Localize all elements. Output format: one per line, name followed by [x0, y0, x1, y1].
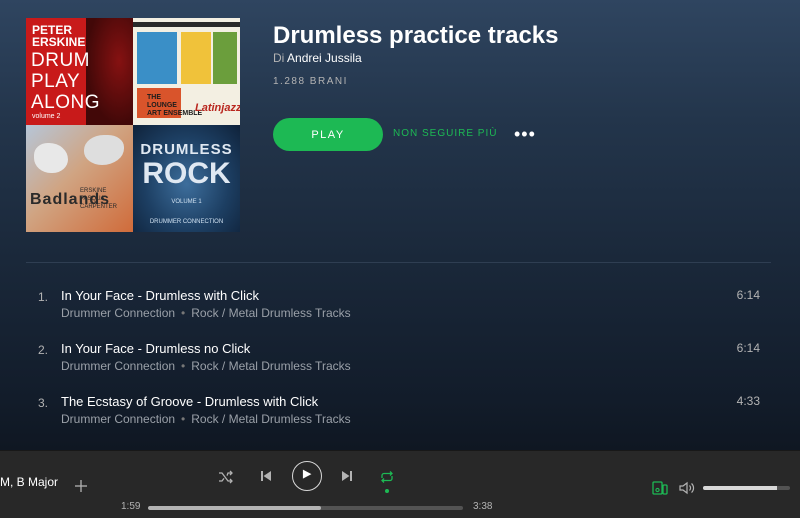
cover-tile-badlands: Badlands ERSKINE PASQUA CARPENTER	[26, 125, 133, 232]
track-name[interactable]: The Ecstasy of Groove - Drumless with Cl…	[61, 394, 318, 409]
play-icon	[302, 469, 312, 479]
meta-separator: •	[181, 306, 186, 320]
shuffle-icon[interactable]	[218, 469, 234, 485]
repeat-active-indicator	[385, 489, 389, 493]
cover-panel	[213, 32, 237, 84]
playlist-view: PETER ERSKINE DRUM PLAY ALONG volume 2 T…	[0, 0, 800, 450]
repeat-icon[interactable]	[379, 469, 395, 485]
unfollow-button[interactable]: NON SEGUIRE PIÙ	[393, 128, 497, 139]
volume-fill	[703, 486, 777, 490]
cover-tile-lounge-ensemble: THE LOUNGE ART ENSEMBLE Latinjazz	[133, 18, 240, 125]
cover-tile-drumless-rock: DRUMLESS ROCK VOLUME 1 DRUMMER CONNECTIO…	[133, 125, 240, 232]
track-number: 2.	[37, 343, 48, 357]
track-row[interactable]: 2. In Your Face - Drumless no Click Drum…	[0, 333, 800, 377]
cover-shape	[84, 135, 124, 165]
track-meta: Drummer Connection • Rock / Metal Drumless…	[61, 412, 351, 426]
track-duration: 6:14	[736, 341, 760, 355]
next-track-icon[interactable]	[340, 469, 354, 483]
play-pause-button[interactable]	[292, 461, 322, 491]
meta-separator: •	[181, 412, 186, 426]
play-button[interactable]: PLAY	[273, 118, 383, 151]
byline-prefix: Di	[273, 51, 285, 65]
current-time: 1:59	[121, 501, 141, 512]
cover-panel	[137, 32, 177, 84]
cover-text: THE LOUNGE ART ENSEMBLE	[147, 94, 203, 117]
cover-text: ROCK	[142, 157, 231, 190]
cover-text: DRUM PLAY ALONG	[31, 50, 101, 113]
more-options-button[interactable]: •••	[514, 125, 536, 143]
now-playing-title[interactable]: M, B Major	[0, 475, 58, 489]
previous-track-icon[interactable]	[259, 469, 273, 483]
cover-band	[133, 22, 240, 27]
cover-tile-drum-play-along: PETER ERSKINE DRUM PLAY ALONG volume 2	[26, 18, 133, 125]
cover-text: volume 2	[32, 113, 61, 120]
devices-icon[interactable]	[652, 481, 668, 495]
track-name[interactable]: In Your Face - Drumless with Click	[61, 288, 259, 303]
playlist-title: Drumless practice tracks	[273, 22, 559, 49]
track-number: 3.	[37, 396, 48, 410]
track-row[interactable]: 3. The Ecstasy of Groove - Drumless with…	[0, 386, 800, 430]
track-meta: Drummer Connection • Rock / Metal Drumless…	[61, 306, 351, 320]
cover-text: PETER ERSKINE	[32, 23, 86, 49]
volume-icon[interactable]	[679, 481, 695, 495]
progress-fill	[148, 506, 322, 510]
track-name[interactable]: In Your Face - Drumless no Click	[61, 341, 250, 356]
cover-text: DRUMMER CONNECTION	[149, 219, 224, 225]
add-icon[interactable]	[74, 479, 88, 493]
track-album[interactable]: Rock / Metal Drumless Tracks	[191, 306, 350, 320]
divider	[26, 262, 771, 263]
track-album[interactable]: Rock / Metal Drumless Tracks	[191, 412, 350, 426]
track-artist[interactable]: Drummer Connection	[61, 306, 175, 320]
cover-text: VOLUME 1	[171, 199, 202, 205]
playlist-cover: PETER ERSKINE DRUM PLAY ALONG volume 2 T…	[26, 18, 240, 232]
volume-slider[interactable]	[703, 486, 790, 490]
cover-shape	[34, 143, 68, 173]
player-bar: M, B Major 1:59 3:38	[0, 450, 800, 518]
track-meta: Drummer Connection • Rock / Metal Drumless…	[61, 359, 351, 373]
total-time: 3:38	[473, 501, 493, 512]
track-row[interactable]: 1. In Your Face - Drumless with Click Dr…	[0, 280, 800, 324]
track-artist[interactable]: Drummer Connection	[61, 359, 175, 373]
track-number: 1.	[37, 290, 48, 304]
cover-text: ERSKINE PASQUA CARPENTER	[80, 188, 118, 210]
track-duration: 6:14	[736, 288, 760, 302]
owner-link[interactable]: Andrei Jussila	[287, 51, 362, 65]
cover-text: DRUMLESS	[140, 141, 233, 158]
progress-bar[interactable]	[148, 506, 463, 510]
track-artist[interactable]: Drummer Connection	[61, 412, 175, 426]
meta-separator: •	[181, 359, 186, 373]
track-album[interactable]: Rock / Metal Drumless Tracks	[191, 359, 350, 373]
cover-panel	[181, 32, 211, 84]
track-duration: 4:33	[736, 394, 760, 408]
track-count: 1.288 BRANI	[273, 76, 348, 87]
cover-text: Latinjazz	[195, 102, 240, 114]
playlist-byline: Di Andrei Jussila	[273, 51, 362, 65]
